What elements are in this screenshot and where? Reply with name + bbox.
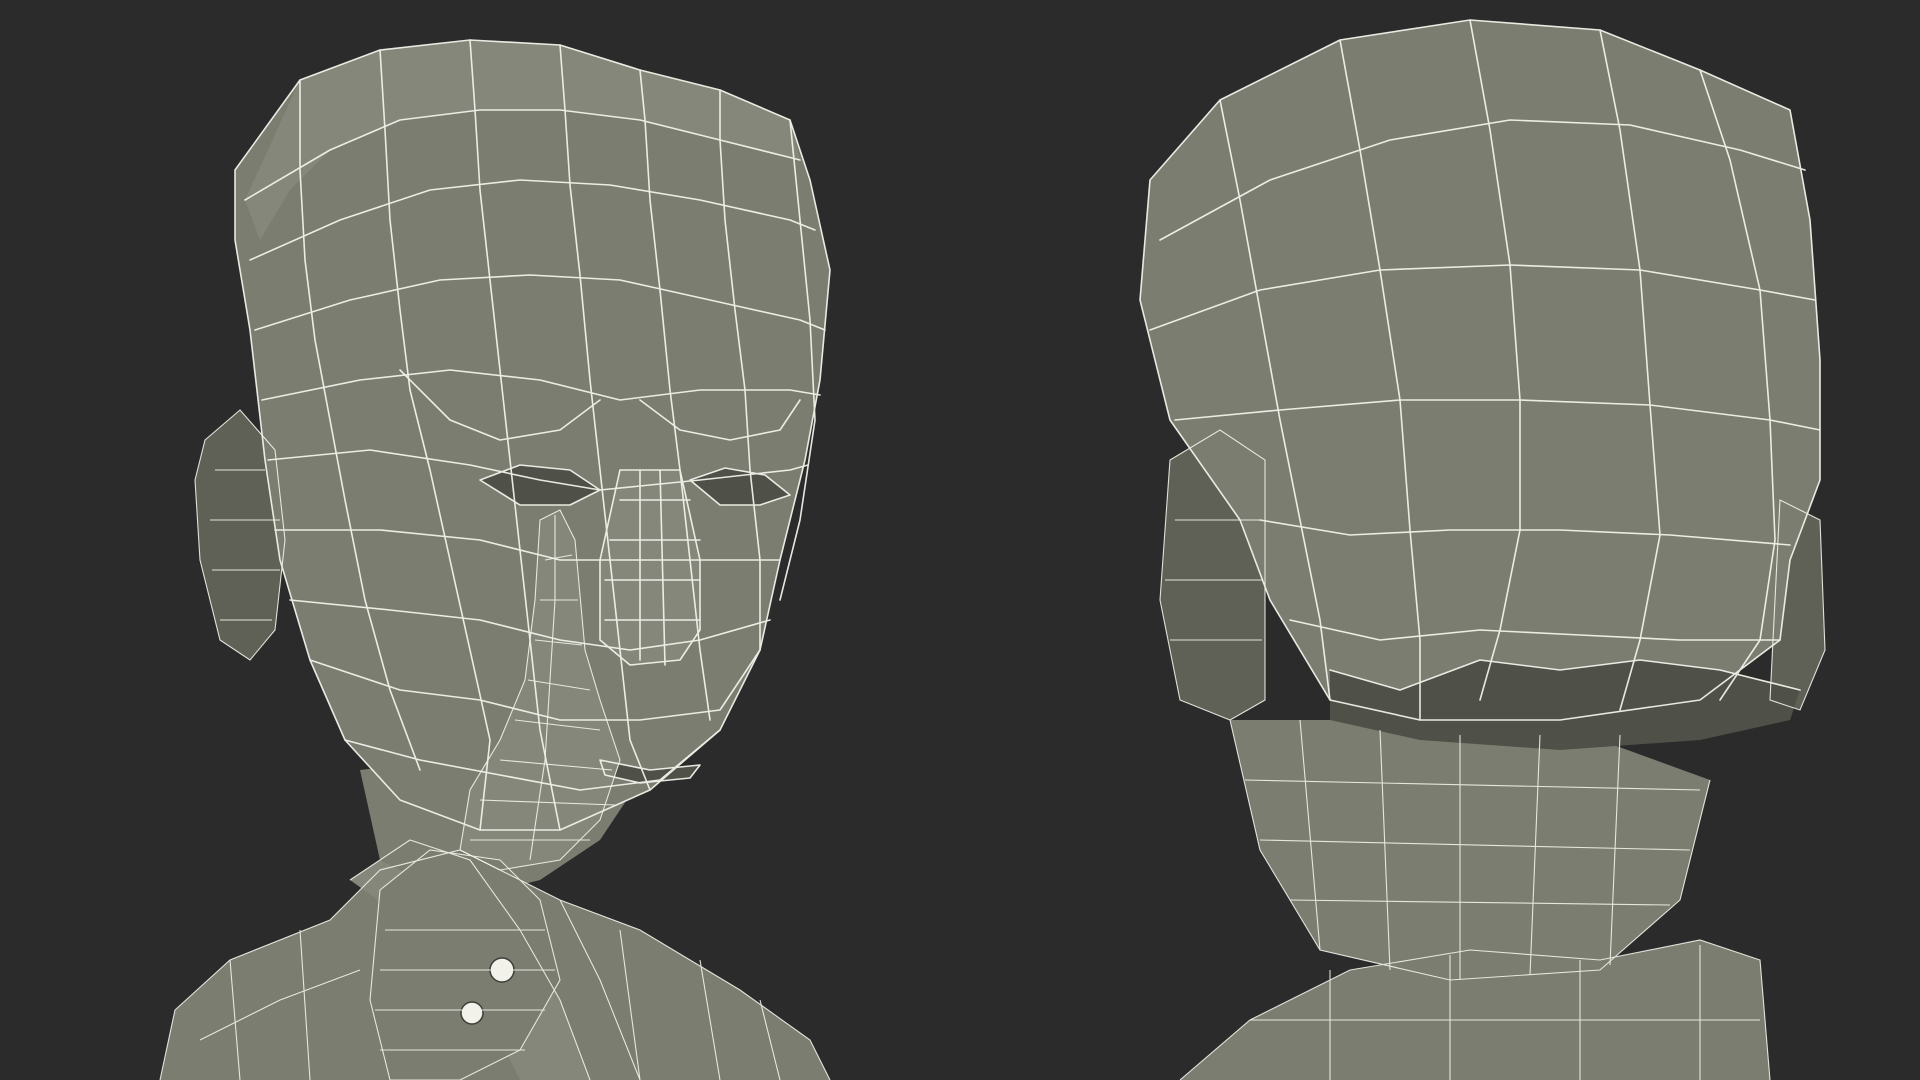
back-head-model <box>1139 19 1826 1080</box>
back-neck <box>1230 720 1710 980</box>
cuff-button-bottom <box>460 1001 484 1025</box>
render-viewport <box>0 0 1920 1080</box>
wireframe-render <box>159 19 1826 1080</box>
front-head-model <box>159 39 831 1080</box>
